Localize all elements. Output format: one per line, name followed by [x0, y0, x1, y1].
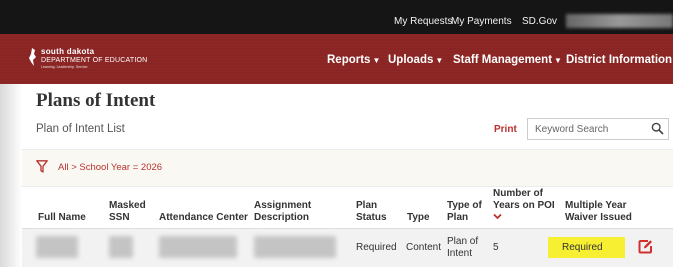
- cell-type: Content: [406, 242, 442, 253]
- header-type-of-plan[interactable]: Type of Plan: [447, 200, 482, 224]
- header-plan-status[interactable]: Plan Status: [356, 200, 387, 224]
- header-assignment-description[interactable]: Assignment Description: [254, 200, 311, 224]
- full-name-redacted: [36, 236, 78, 258]
- search-icon[interactable]: [651, 122, 664, 135]
- caret-down-icon: ▼: [372, 56, 381, 65]
- attendance-center-redacted: [159, 236, 237, 258]
- header-type[interactable]: Type: [407, 212, 430, 224]
- filter-funnel-icon[interactable]: [36, 160, 48, 173]
- my-requests-link[interactable]: My Requests: [394, 16, 452, 27]
- masked-ssn-redacted: [109, 236, 133, 258]
- assignment-redacted: [254, 236, 336, 258]
- nav-uploads[interactable]: Uploads ▼: [388, 54, 443, 66]
- nav-district-information[interactable]: District Information▼: [566, 54, 673, 66]
- filter-summary[interactable]: All > School Year = 2026: [58, 162, 162, 173]
- keyword-search-input[interactable]: [528, 119, 646, 139]
- cell-type-of-plan: Plan of Intent: [447, 236, 479, 259]
- sort-chevron-down-icon[interactable]: [493, 213, 502, 220]
- state-outline-icon: [29, 48, 36, 66]
- my-payments-link[interactable]: My Payments: [451, 16, 512, 27]
- left-shadow-edge: [0, 84, 22, 267]
- print-link[interactable]: Print: [494, 124, 517, 135]
- caret-down-icon: ▼: [554, 56, 562, 65]
- header-multiple-year-waiver[interactable]: Multiple Year Waiver Issued: [565, 200, 632, 224]
- edit-icon[interactable]: [638, 239, 653, 254]
- list-title: Plan of Intent List: [36, 123, 125, 135]
- nav-staff-management[interactable]: Staff Management ▼: [453, 54, 562, 66]
- header-years-on-poi[interactable]: Number of Years on POI: [493, 188, 555, 220]
- nav-reports[interactable]: Reports ▼: [327, 54, 380, 66]
- sd-gov-link[interactable]: SD.Gov: [522, 16, 557, 27]
- filter-bar: All > School Year = 2026: [22, 149, 673, 187]
- logo-line-2: DEPARTMENT OF EDUCATION: [41, 57, 148, 64]
- page-title: Plans of Intent: [36, 90, 156, 111]
- main-nav-bar: south dakota DEPARTMENT OF EDUCATION Lea…: [0, 34, 673, 84]
- cell-years: 5: [493, 242, 499, 253]
- logo-line-1: south dakota: [41, 47, 95, 56]
- waiver-status-badge: Required: [548, 237, 625, 258]
- logo-tagline: Learning. Leadership. Service.: [41, 65, 89, 69]
- header-attendance-center[interactable]: Attendance Center: [159, 212, 248, 224]
- cell-plan-status: Required: [356, 242, 397, 253]
- top-utility-bar: My Requests My Payments SD.Gov: [0, 0, 673, 34]
- caret-down-icon: ▼: [435, 56, 444, 65]
- keyword-search: [527, 118, 669, 140]
- sd-doe-logo[interactable]: south dakota DEPARTMENT OF EDUCATION Lea…: [28, 48, 147, 70]
- header-masked-ssn[interactable]: Masked SSN: [109, 200, 146, 224]
- user-name-redacted[interactable]: [566, 14, 673, 28]
- header-full-name[interactable]: Full Name: [38, 212, 86, 224]
